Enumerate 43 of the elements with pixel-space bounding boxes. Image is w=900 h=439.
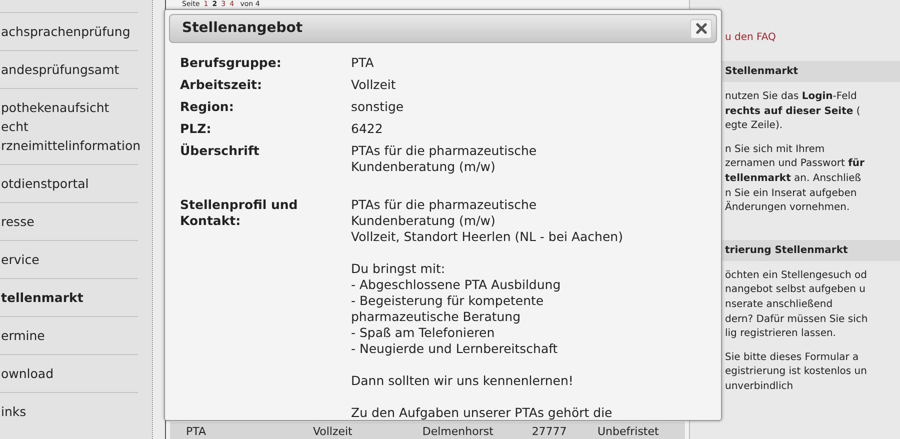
sidebar-link[interactable]: pothekenaufsicht xyxy=(0,98,138,117)
table-cell-text: 27777 xyxy=(532,424,568,439)
field-label: Stellenprofil und Kontakt: xyxy=(180,197,299,230)
table-cell-text: Vollzeit xyxy=(312,424,354,439)
sidebar-link[interactable]: echt xyxy=(0,117,138,136)
sidebar-link[interactable]: otdienstportal xyxy=(0,174,138,193)
field-value: Vollzeit xyxy=(351,77,397,93)
sidebar-link[interactable]: ervice xyxy=(0,250,138,269)
field-value: sonstige xyxy=(351,99,405,115)
close-button[interactable] xyxy=(690,18,712,38)
paragraph: n Sie sich mit Ihrem zernamen und Passwort für tellenmarkt an. Anschließ n Sie ein Inserat aufgeben Änderungen vornehmen. xyxy=(725,142,866,216)
paragraph: nutzen Sie das Login-Feld rechts auf dieser Seite ( egte Zeile). xyxy=(725,90,862,134)
sidebar-link[interactable]: inks xyxy=(0,402,138,421)
close-icon xyxy=(696,23,706,34)
sidebar-link[interactable]: tellenmarkt xyxy=(0,288,138,307)
paragraph: Sie bitte dieses Formular a egistrierung ist kostenlos un unverbindlich xyxy=(725,350,868,394)
field-value: PTAs für die pharmazeutische Kundenberatung (m/w) xyxy=(351,143,538,175)
field-label: PLZ: xyxy=(180,121,212,137)
sidebar-link[interactable]: ermine xyxy=(0,326,138,345)
field-value: Du bringst mit: - Abgeschlossene PTA Ausbildung - Begeisterung für kompetente pharmazeutische Beratung - Spaß am Telefonieren - Neugierde und Lernbereitschaft xyxy=(351,261,562,357)
field-label: Überschrift xyxy=(180,143,260,160)
sidebar-link[interactable]: rzneimittelinformation xyxy=(0,136,138,155)
sidebar-link[interactable]: andesprüfungsamt xyxy=(0,60,138,79)
faq-link[interactable]: u den FAQ xyxy=(725,30,900,45)
table-row[interactable]: PTA Vollzeit Delmenhorst 27777 Unbefristet xyxy=(170,422,685,439)
section-heading: Stellenmarkt xyxy=(721,61,900,82)
field-value: Zu den Aufgaben unserer PTAs gehört die xyxy=(351,405,614,420)
field-label: Berufsgruppe: xyxy=(180,55,282,71)
field-value: PTA xyxy=(351,55,375,71)
table-cell-text: PTA xyxy=(186,424,208,439)
field-value: 6422 xyxy=(351,121,384,137)
field-value: PTAs für die pharmazeutische Kundenberatung (m/w) Vollzeit, Standort Heerlen (NL - bei Aachen) xyxy=(351,197,624,245)
sidebar-link[interactable]: achsprachenprüfung xyxy=(0,22,138,41)
sidebar-link[interactable]: resse xyxy=(0,212,138,231)
sidebar-link[interactable]: ownload xyxy=(0,364,138,383)
section-heading: trierung Stellenmarkt xyxy=(721,240,900,261)
dialog-title: Stellenangebot xyxy=(182,19,303,38)
table-cell-text: Unbefristet xyxy=(597,424,660,439)
field-label: Arbeitszeit: xyxy=(180,77,263,93)
paragraph: öchten ein Stellengesuch od nangebot selbst aufgeben u nserate anschließend dern? Dafür müssen Sie sich lig registrieren lassen. xyxy=(725,268,869,342)
field-label: Region: xyxy=(180,99,235,115)
field-value: Dann sollten wir uns kennenlernen! xyxy=(351,373,574,389)
table-cell-text: Delmenhorst xyxy=(422,424,494,439)
